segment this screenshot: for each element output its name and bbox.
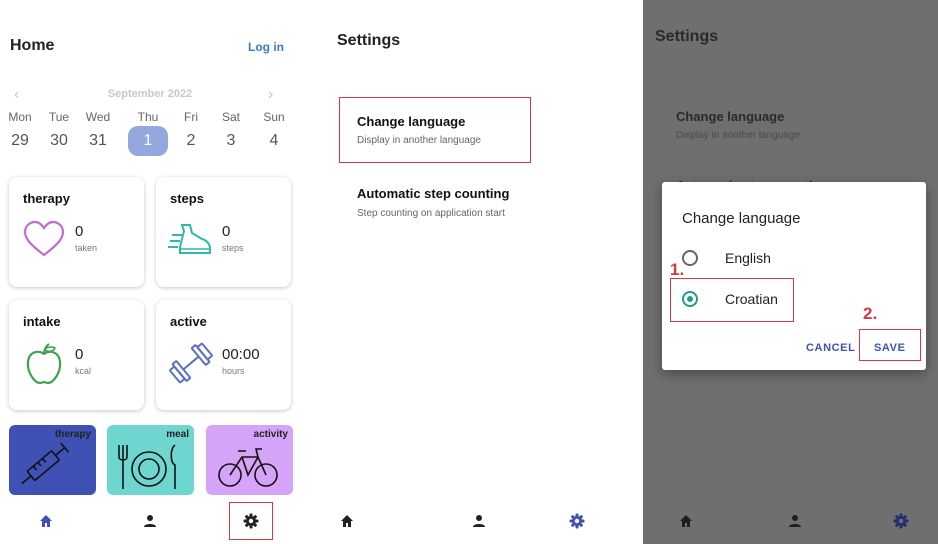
option-title: Change language (357, 114, 466, 129)
settings-screen: Settings Change language Display in anot… (325, 0, 615, 544)
page-title: Settings (337, 32, 401, 49)
calendar-month: September 2022 (107, 88, 193, 100)
page-title: Home (10, 37, 55, 54)
meal-tile[interactable]: meal (107, 425, 194, 495)
step-2-marker: 2. (863, 304, 878, 323)
apple-icon (26, 343, 62, 385)
card-value: 0 (222, 223, 231, 240)
person-icon[interactable] (130, 503, 170, 539)
language-dialog-screen: Settings Change language Display in anot… (643, 0, 938, 544)
day-thu-selected[interactable]: Thu 1 (128, 110, 168, 156)
radio-label-croatian[interactable]: Croatian (725, 291, 778, 307)
syringe-icon (21, 442, 70, 485)
activity-tile[interactable]: activity (206, 425, 293, 495)
change-language-option[interactable] (339, 97, 531, 163)
step-1-marker: 1. (670, 260, 685, 279)
home-screen: Home Log in ‹ September 2022 › Mon 29 Tu… (0, 0, 300, 544)
day-wed[interactable]: Wed 31 (78, 110, 118, 152)
change-language-dialog: Change language English Croatian CANCEL … (662, 182, 926, 370)
card-title: intake (23, 314, 61, 329)
login-link[interactable]: Log in (248, 40, 284, 54)
shoe-icon (168, 224, 211, 254)
save-button[interactable]: SAVE (874, 342, 906, 354)
option-subtitle: Display in another language (357, 135, 481, 146)
home-icon[interactable] (327, 503, 367, 539)
radio-english[interactable] (682, 250, 698, 266)
card-unit: taken (75, 243, 98, 253)
day-sat[interactable]: Sat 3 (211, 110, 251, 152)
card-value: 0 (75, 223, 84, 240)
option-subtitle: Step counting on application start (357, 208, 505, 219)
card-value: 0 (75, 346, 84, 363)
heart-icon (23, 220, 65, 257)
dumbbell-icon (169, 342, 213, 384)
card-unit: steps (222, 243, 244, 253)
tile-label: activity (253, 429, 288, 440)
person-icon[interactable] (459, 503, 499, 539)
bottom-nav (643, 503, 938, 541)
home-icon[interactable] (26, 503, 66, 539)
radio-croatian[interactable] (682, 291, 698, 307)
step-counting-option[interactable]: Automatic step counting (357, 186, 509, 201)
option-subtitle: Display in another language (676, 130, 800, 141)
chevron-left-icon[interactable]: ‹ (14, 86, 19, 104)
therapy-card[interactable]: therapy 0 taken (9, 177, 144, 287)
card-title: steps (170, 191, 204, 206)
card-title: therapy (23, 191, 70, 206)
day-fri[interactable]: Fri 2 (171, 110, 211, 152)
radio-label-english[interactable]: English (725, 250, 771, 266)
active-card[interactable]: active 00:00 hours (156, 300, 291, 410)
cancel-button[interactable]: CANCEL (806, 342, 855, 354)
card-unit: hours (222, 366, 245, 376)
day-mon[interactable]: Mon 29 (0, 110, 40, 152)
card-title: active (170, 314, 207, 329)
bicycle-icon (218, 448, 278, 487)
gear-icon (881, 503, 921, 539)
day-sun[interactable]: Sun 4 (254, 110, 294, 152)
dialog-title: Change language (682, 210, 801, 227)
chevron-right-icon[interactable]: › (268, 86, 273, 104)
bottom-nav (0, 502, 300, 541)
steps-card[interactable]: steps 0 steps (156, 177, 291, 287)
change-language-option: Change language (676, 109, 785, 124)
intake-card[interactable]: intake 0 kcal (9, 300, 144, 410)
card-value: 00:00 (222, 346, 260, 363)
person-icon (775, 503, 815, 539)
home-icon (666, 503, 706, 539)
gear-icon[interactable] (557, 503, 597, 539)
card-unit: kcal (75, 366, 92, 376)
bottom-nav (325, 503, 615, 541)
page-title: Settings (655, 28, 719, 45)
cutlery-plate-icon (118, 444, 176, 489)
therapy-tile[interactable]: therapy (9, 425, 96, 495)
day-tue[interactable]: Tue 30 (39, 110, 79, 152)
gear-icon[interactable] (229, 502, 273, 540)
